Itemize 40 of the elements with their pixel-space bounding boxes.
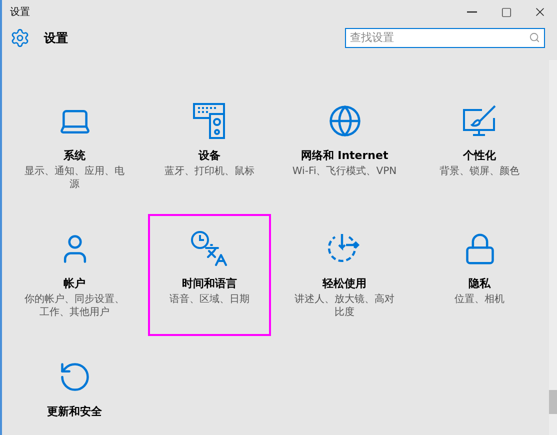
settings-category[interactable]: 轻松使用 讲述人、放大镜、高对比度: [283, 214, 406, 336]
clock-language-icon: [190, 230, 230, 268]
category-description: 讲述人、放大镜、高对比度: [294, 293, 396, 319]
settings-category[interactable]: 设备 蓝牙、打印机、鼠标: [148, 86, 271, 208]
category-description: 位置、相机: [454, 293, 506, 306]
minimize-icon: [467, 11, 477, 13]
settings-category[interactable]: 个性化 背景、锁屏、颜色: [418, 86, 541, 208]
category-description: 显示、通知、应用、电源: [24, 165, 126, 191]
settings-category[interactable]: 时间和语言 语音、区域、日期: [148, 214, 271, 336]
search-field[interactable]: 查找设置: [345, 28, 545, 48]
category-description: 背景、锁屏、颜色: [438, 165, 520, 178]
settings-category[interactable]: 网络和 Internet Wi-Fi、飞行模式、VPN: [283, 86, 406, 208]
scrollbar[interactable]: [549, 60, 557, 435]
settings-category[interactable]: 更新和安全: [13, 342, 136, 435]
category-description: Wi-Fi、飞行模式、VPN: [291, 165, 398, 178]
category-title: 系统: [64, 148, 86, 163]
category-title: 隐私: [468, 276, 490, 291]
window-title: 设置: [10, 6, 31, 19]
category-title: 轻松使用: [322, 276, 366, 291]
monitor-brush-icon: [462, 104, 498, 138]
settings-category[interactable]: 帐户 你的帐户、同步设置、工作、其他用户: [13, 214, 136, 336]
settings-icon: [10, 28, 30, 48]
maximize-icon: [500, 6, 512, 18]
category-title: 时间和语言: [182, 276, 237, 291]
category-description: 语音、区域、日期: [168, 293, 250, 306]
category-title: 设备: [198, 148, 220, 163]
globe-icon: [328, 104, 362, 138]
keyboard-speaker-icon: [192, 103, 226, 139]
category-title: 帐户: [64, 276, 86, 291]
settings-category[interactable]: 系统 显示、通知、应用、电源: [13, 86, 136, 208]
category-title: 个性化: [463, 148, 496, 163]
page-title: 设置: [44, 30, 69, 46]
category-title: 更新和安全: [47, 404, 102, 419]
scrollbar-thumb[interactable]: [549, 390, 557, 414]
category-title: 网络和 Internet: [300, 148, 388, 163]
close-icon: [533, 5, 547, 19]
settings-category[interactable]: 隐私 位置、相机: [418, 214, 541, 336]
category-description: 你的帐户、同步设置、工作、其他用户: [24, 293, 126, 319]
category-description: 蓝牙、打印机、鼠标: [164, 165, 256, 178]
search-icon: [529, 32, 540, 43]
